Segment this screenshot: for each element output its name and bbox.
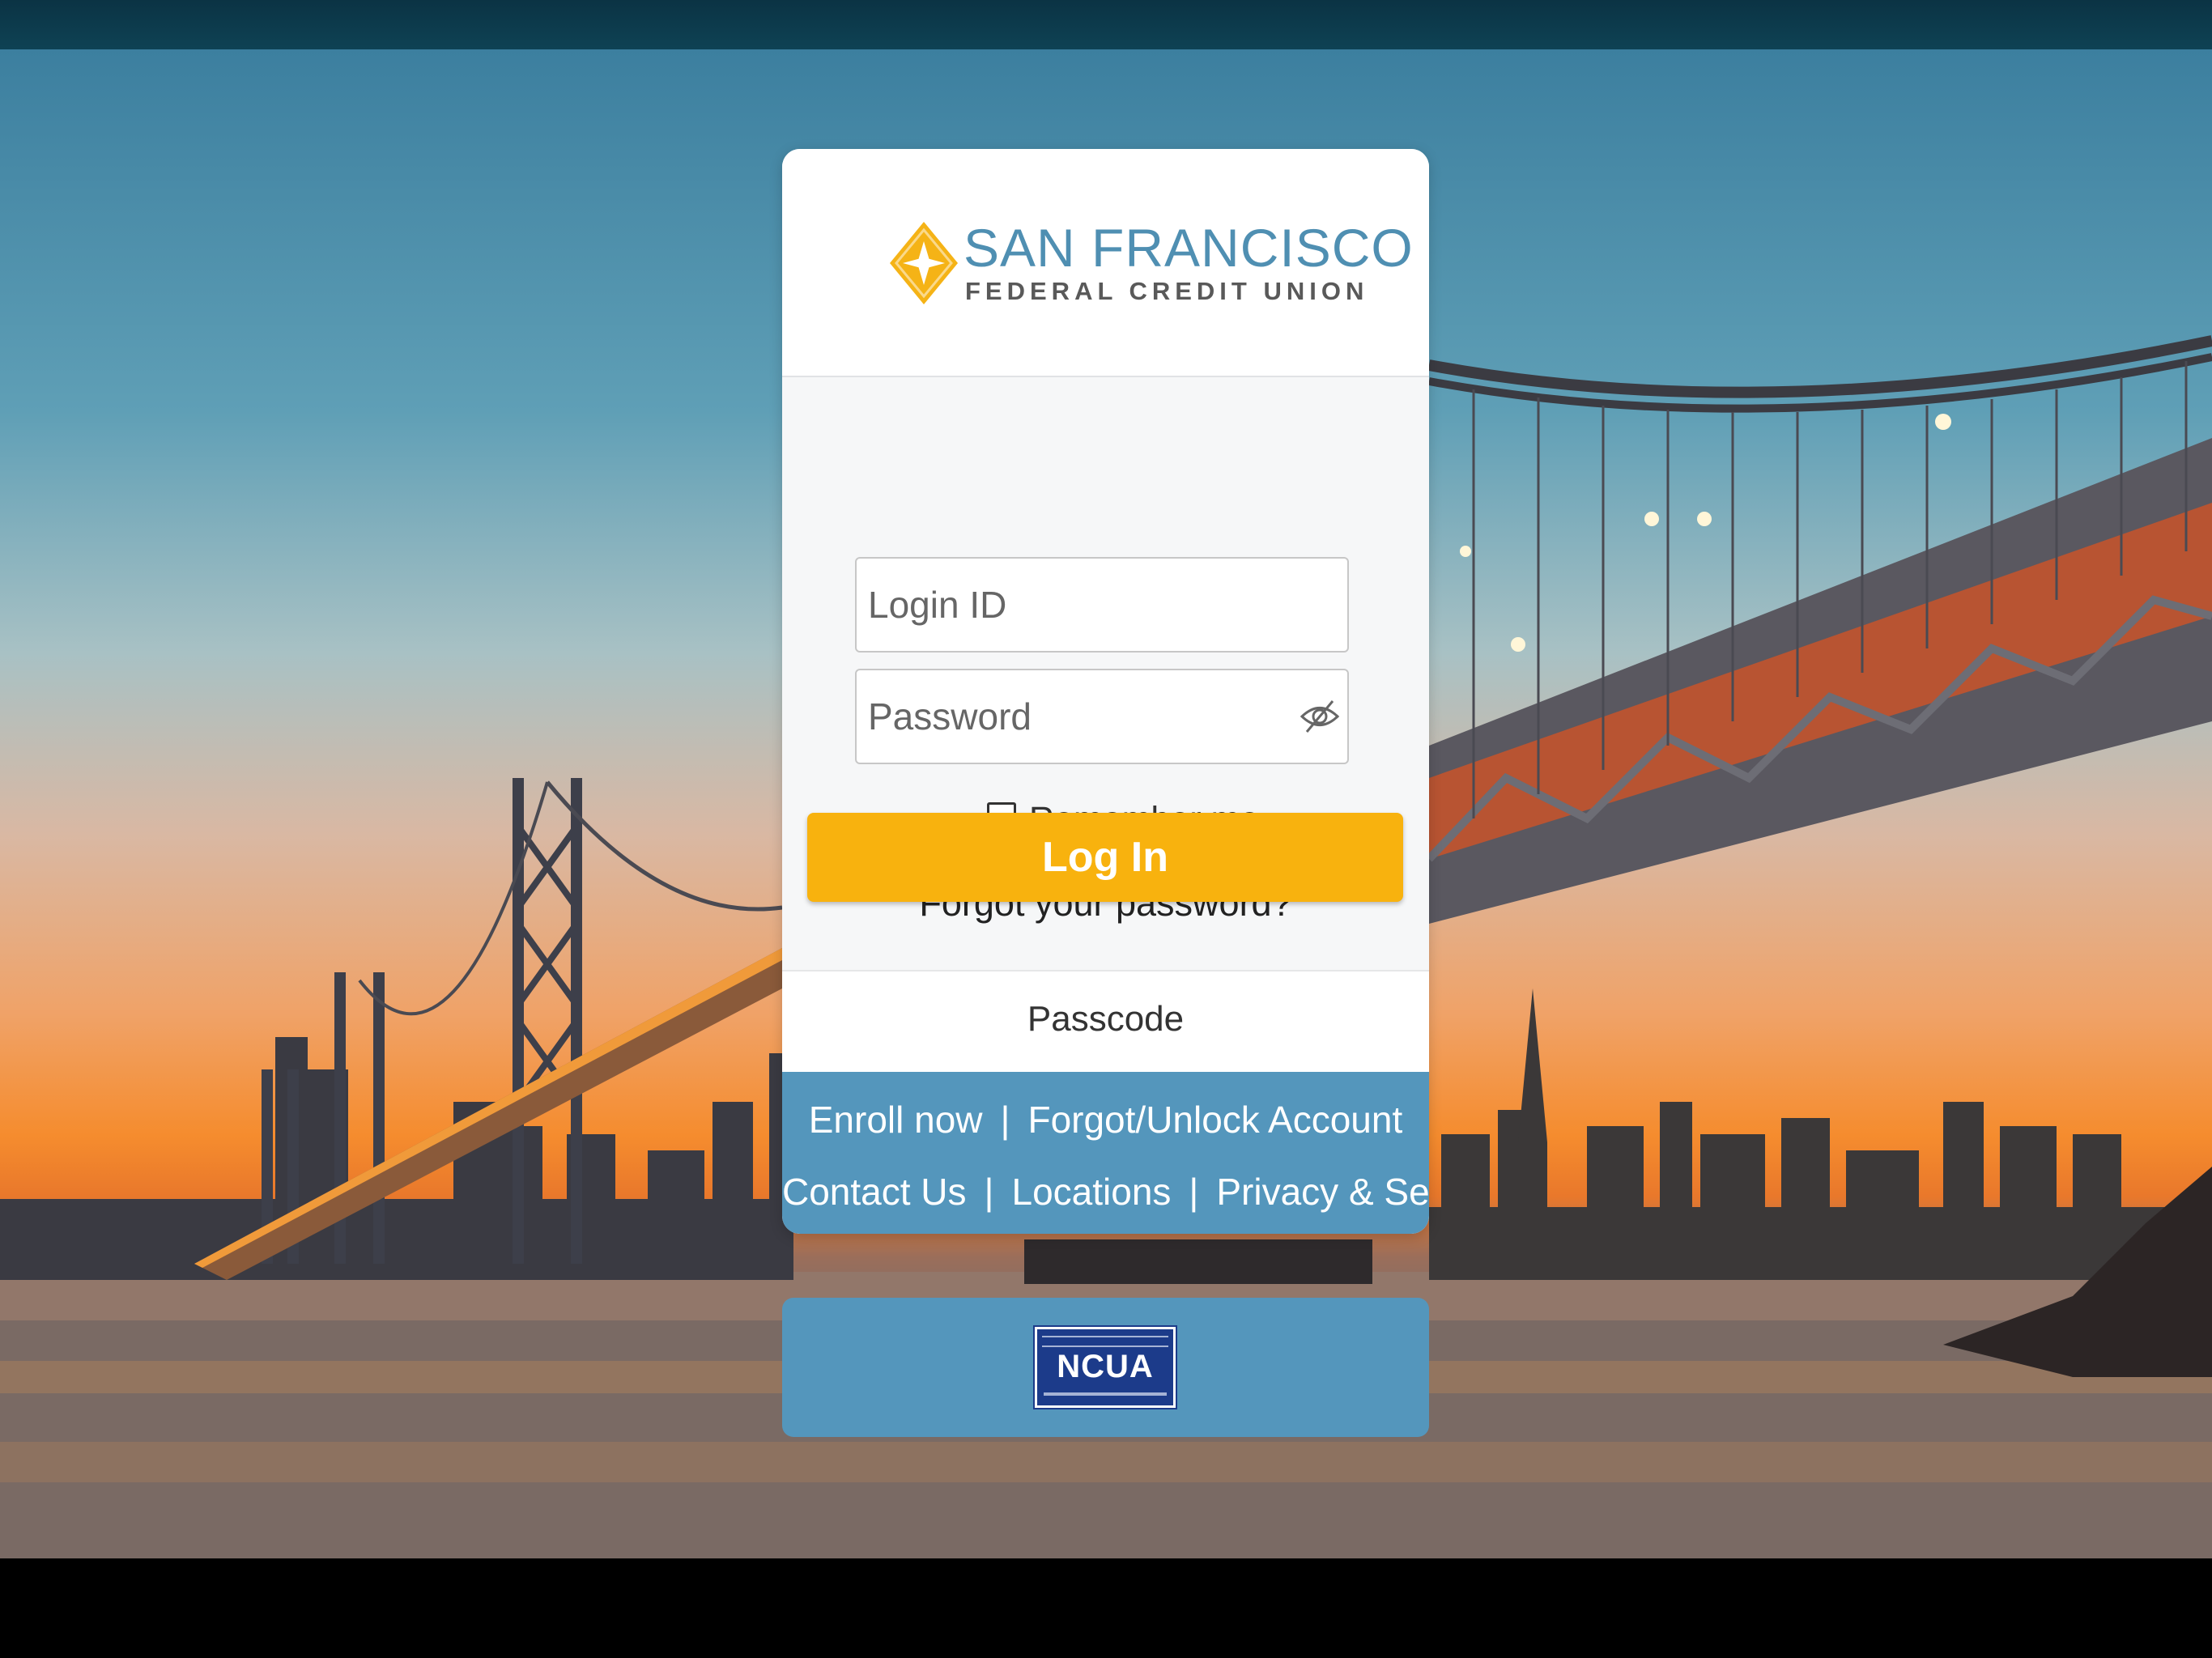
contact-us-link[interactable]: Contact Us xyxy=(782,1171,967,1213)
passcode-section: Passcode xyxy=(782,970,1429,1073)
brand-tagline: FEDERAL CREDIT UNION xyxy=(965,277,1369,305)
login-id-input[interactable] xyxy=(855,557,1349,653)
login-button[interactable]: Log In xyxy=(807,813,1403,902)
ncua-card: NCUA xyxy=(782,1298,1429,1437)
footer-links: Enroll now | Forgot/Unlock Account Contact… xyxy=(782,1072,1429,1234)
link-separator: | xyxy=(1189,1171,1199,1213)
link-separator: | xyxy=(1000,1099,1010,1141)
enroll-now-link[interactable]: Enroll now xyxy=(809,1099,983,1141)
status-bar xyxy=(0,0,2212,49)
bottom-bar xyxy=(0,1558,2212,1658)
login-card: SAN FRANCISCO FEDERAL CREDIT UNION Remem… xyxy=(782,149,1429,1234)
brand-name: SAN FRANCISCO xyxy=(963,218,1414,278)
ncua-fine-print-top xyxy=(1042,1336,1168,1347)
ncua-fine-print-bottom xyxy=(1044,1392,1167,1396)
eye-slash-icon[interactable] xyxy=(1299,698,1341,735)
footer-links-row-1: Enroll now | Forgot/Unlock Account xyxy=(782,1098,1429,1141)
privacy-security-link[interactable]: Privacy & Security xyxy=(1216,1171,1429,1213)
passcode-link[interactable]: Passcode xyxy=(782,999,1429,1039)
ncua-label: NCUA xyxy=(1057,1349,1154,1384)
link-separator: | xyxy=(984,1171,994,1213)
logo-header: SAN FRANCISCO FEDERAL CREDIT UNION xyxy=(782,149,1429,377)
forgot-unlock-account-link[interactable]: Forgot/Unlock Account xyxy=(1027,1099,1402,1141)
password-input[interactable] xyxy=(855,669,1349,764)
compass-star-icon xyxy=(890,222,958,304)
locations-link[interactable]: Locations xyxy=(1011,1171,1171,1213)
footer-links-row-2: Contact Us | Locations | Privacy & Security xyxy=(782,1170,1429,1214)
ncua-badge[interactable]: NCUA xyxy=(1033,1325,1177,1409)
